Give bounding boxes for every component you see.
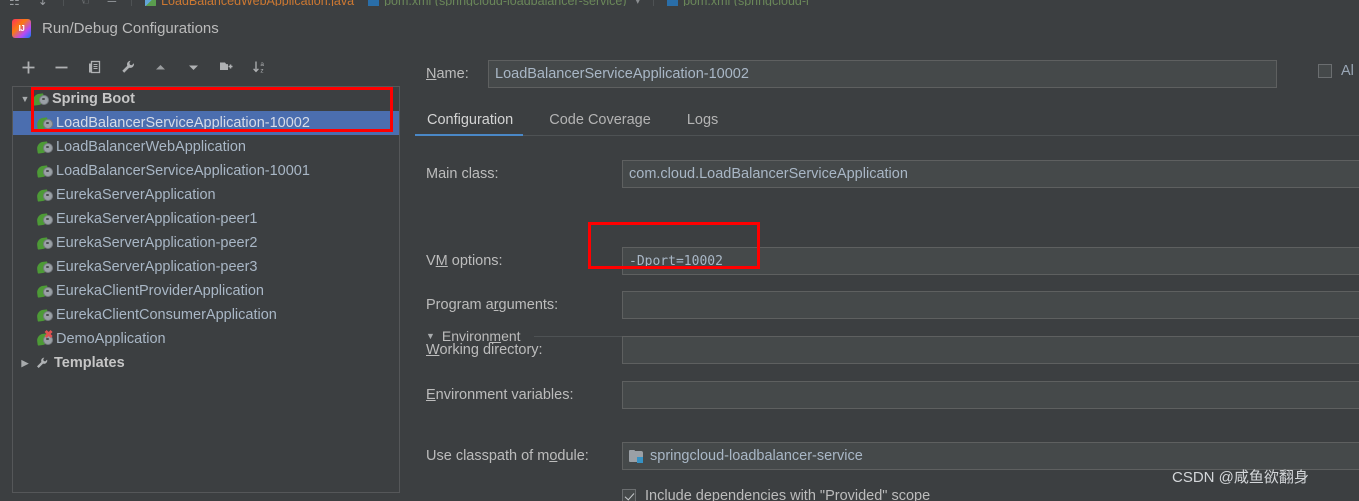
edit-templates-button[interactable] bbox=[111, 54, 144, 80]
module-folder-icon bbox=[629, 449, 644, 463]
allow-parallel-run-label: Al bbox=[1341, 63, 1354, 79]
sort-az-icon[interactable]: a z bbox=[243, 54, 276, 80]
program-arguments-label: Program arguments: bbox=[426, 297, 559, 313]
tree-item-loadbalancerserviceapplication-10002[interactable]: LoadBalancerServiceApplication-10002 bbox=[13, 111, 399, 135]
tree-item-eurekaserverapplication-peer3[interactable]: EurekaServerApplication-peer3 bbox=[13, 255, 399, 279]
main-class-label: Main class: bbox=[426, 166, 499, 182]
use-classpath-label: Use classpath of module: bbox=[426, 448, 589, 464]
move-up-button[interactable] bbox=[144, 54, 177, 80]
tree-item-label: EurekaServerApplication-peer3 bbox=[56, 259, 258, 275]
environment-variables-label: Environment variables: bbox=[426, 387, 574, 403]
spring-boot-icon bbox=[36, 212, 54, 227]
tree-item-eurekaserverapplication-peer2[interactable]: EurekaServerApplication-peer2 bbox=[13, 231, 399, 255]
working-directory-input[interactable] bbox=[622, 336, 1359, 364]
tab-label: Code Coverage bbox=[549, 111, 651, 128]
wrench-icon bbox=[33, 356, 51, 371]
program-arguments-control bbox=[622, 291, 1359, 319]
main-class-value: com.cloud.LoadBalancerServiceApplication bbox=[629, 166, 908, 182]
spring-boot-icon bbox=[36, 164, 54, 179]
checkbox-icon[interactable] bbox=[622, 489, 636, 501]
tree-item-loadbalancerserviceapplication-10001[interactable]: LoadBalancerServiceApplication-10001 bbox=[13, 159, 399, 183]
add-configuration-button[interactable] bbox=[12, 54, 45, 80]
tab-label: Configuration bbox=[427, 111, 514, 128]
tree-item-label: LoadBalancerWebApplication bbox=[56, 139, 246, 155]
name-input-value: LoadBalancerServiceApplication-10002 bbox=[495, 66, 749, 82]
tree-item-eurekaserverapplication-peer1[interactable]: EurekaServerApplication-peer1 bbox=[13, 207, 399, 231]
dialog-title-row: Run/Debug Configurations bbox=[0, 14, 219, 42]
name-input[interactable]: LoadBalancerServiceApplication-10002 bbox=[488, 60, 1277, 88]
tree-item-eurekaclientconsumerapplication[interactable]: EurekaClientConsumerApplication bbox=[13, 303, 399, 327]
csdn-watermark: CSDN @咸鱼欲翻身 bbox=[1172, 469, 1309, 486]
page-title: Run/Debug Configurations bbox=[42, 19, 219, 37]
name-label: Name: bbox=[426, 66, 469, 82]
vm-options-label: VM options: bbox=[426, 253, 503, 269]
svg-text:z: z bbox=[260, 67, 263, 74]
tree-item-eurekaserverapplication[interactable]: EurekaServerApplication bbox=[13, 183, 399, 207]
environment-variables-control bbox=[622, 381, 1359, 409]
move-down-button[interactable] bbox=[177, 54, 210, 80]
spring-boot-icon bbox=[36, 188, 54, 203]
main-class-control: com.cloud.LoadBalancerServiceApplication bbox=[622, 160, 1359, 188]
tree-item-label: EurekaServerApplication-peer1 bbox=[56, 211, 258, 227]
tree-item-label: EurekaClientProviderApplication bbox=[56, 283, 264, 299]
tree-group-label: Templates bbox=[54, 355, 125, 371]
tree-item-label: EurekaClientConsumerApplication bbox=[56, 307, 277, 323]
config-tabs: Configuration Code Coverage Logs bbox=[415, 104, 1359, 136]
chevron-down-icon[interactable]: ▼ bbox=[17, 94, 33, 104]
include-provided-checkbox[interactable]: Include dependencies with "Provided" sco… bbox=[622, 488, 1359, 501]
new-folder-icon[interactable] bbox=[210, 54, 243, 80]
spring-boot-icon bbox=[36, 236, 54, 251]
tab-configuration[interactable]: Configuration bbox=[415, 104, 531, 136]
module-combobox-value: springcloud-loadbalancer-service bbox=[650, 448, 863, 464]
dialog-body: Run/Debug Configurations bbox=[0, 6, 1359, 501]
name-row: Name: LoadBalancerServiceApplication-100… bbox=[412, 59, 1359, 89]
run-debug-configurations-window: ☷ ↧ ☜ ─ LoadBalancedWebApplication.java … bbox=[0, 0, 1359, 501]
spring-boot-icon bbox=[36, 260, 54, 275]
tree-item-eurekaclientproviderapplication[interactable]: EurekaClientProviderApplication bbox=[13, 279, 399, 303]
allow-parallel-run-checkbox[interactable]: Al bbox=[1318, 63, 1354, 79]
spring-boot-icon bbox=[32, 92, 50, 107]
chevron-right-icon[interactable]: ▶ bbox=[17, 358, 33, 369]
spring-boot-icon bbox=[36, 308, 54, 323]
tab-logs[interactable]: Logs bbox=[669, 104, 736, 135]
tree-item-label: LoadBalancerServiceApplication-10001 bbox=[56, 163, 310, 179]
vm-options-row: VM options: -Dport=10002 bbox=[412, 246, 1359, 276]
remove-configuration-button[interactable] bbox=[45, 54, 78, 80]
tree-group-templates[interactable]: ▶ Templates bbox=[13, 351, 399, 375]
spring-boot-icon bbox=[36, 140, 54, 155]
tree-item-label: EurekaServerApplication-peer2 bbox=[56, 235, 258, 251]
working-directory-row: Working directory: bbox=[412, 335, 1359, 365]
vm-options-value: -Dport=10002 bbox=[629, 253, 723, 269]
copy-configuration-button[interactable] bbox=[78, 54, 111, 80]
tab-label: Logs bbox=[686, 111, 719, 128]
tree-item-label: EurekaServerApplication bbox=[56, 187, 216, 203]
spring-boot-error-icon: ✖ bbox=[36, 329, 54, 347]
vm-options-input[interactable]: -Dport=10002 bbox=[622, 247, 1359, 275]
tree-item-label: DemoApplication bbox=[56, 331, 166, 347]
tree-item-demoapplication[interactable]: ✖ DemoApplication bbox=[13, 327, 399, 351]
program-arguments-input[interactable] bbox=[622, 291, 1359, 319]
working-directory-label: Working directory: bbox=[426, 342, 543, 358]
working-directory-control bbox=[622, 336, 1359, 364]
tree-group-spring-boot[interactable]: ▼ Spring Boot bbox=[13, 87, 399, 111]
main-class-row: Main class: com.cloud.LoadBalancerServic… bbox=[412, 159, 1359, 189]
configuration-editor-pane: Name: LoadBalancerServiceApplication-100… bbox=[412, 12, 1359, 501]
include-provided-label: Include dependencies with "Provided" sco… bbox=[645, 488, 931, 501]
tree-item-label: LoadBalancerServiceApplication-10002 bbox=[56, 115, 310, 131]
environment-variables-row: Environment variables: bbox=[412, 380, 1359, 410]
tree-group-label: Spring Boot bbox=[52, 91, 135, 107]
vm-options-control: -Dport=10002 bbox=[622, 247, 1359, 275]
configurations-tree[interactable]: ▼ Spring Boot LoadBalancerServiceApplica… bbox=[12, 86, 400, 493]
spring-boot-icon bbox=[36, 116, 54, 131]
program-arguments-row: Program arguments: bbox=[412, 290, 1359, 320]
environment-variables-input[interactable] bbox=[622, 381, 1359, 409]
checkbox-icon[interactable] bbox=[1318, 64, 1332, 78]
tab-code-coverage[interactable]: Code Coverage bbox=[531, 104, 669, 135]
main-class-input[interactable]: com.cloud.LoadBalancerServiceApplication bbox=[622, 160, 1359, 188]
intellij-idea-icon bbox=[12, 18, 31, 38]
spring-boot-icon bbox=[36, 284, 54, 299]
configurations-toolbar: a z bbox=[12, 53, 400, 81]
tree-item-loadbalancerwebapplication[interactable]: LoadBalancerWebApplication bbox=[13, 135, 399, 159]
